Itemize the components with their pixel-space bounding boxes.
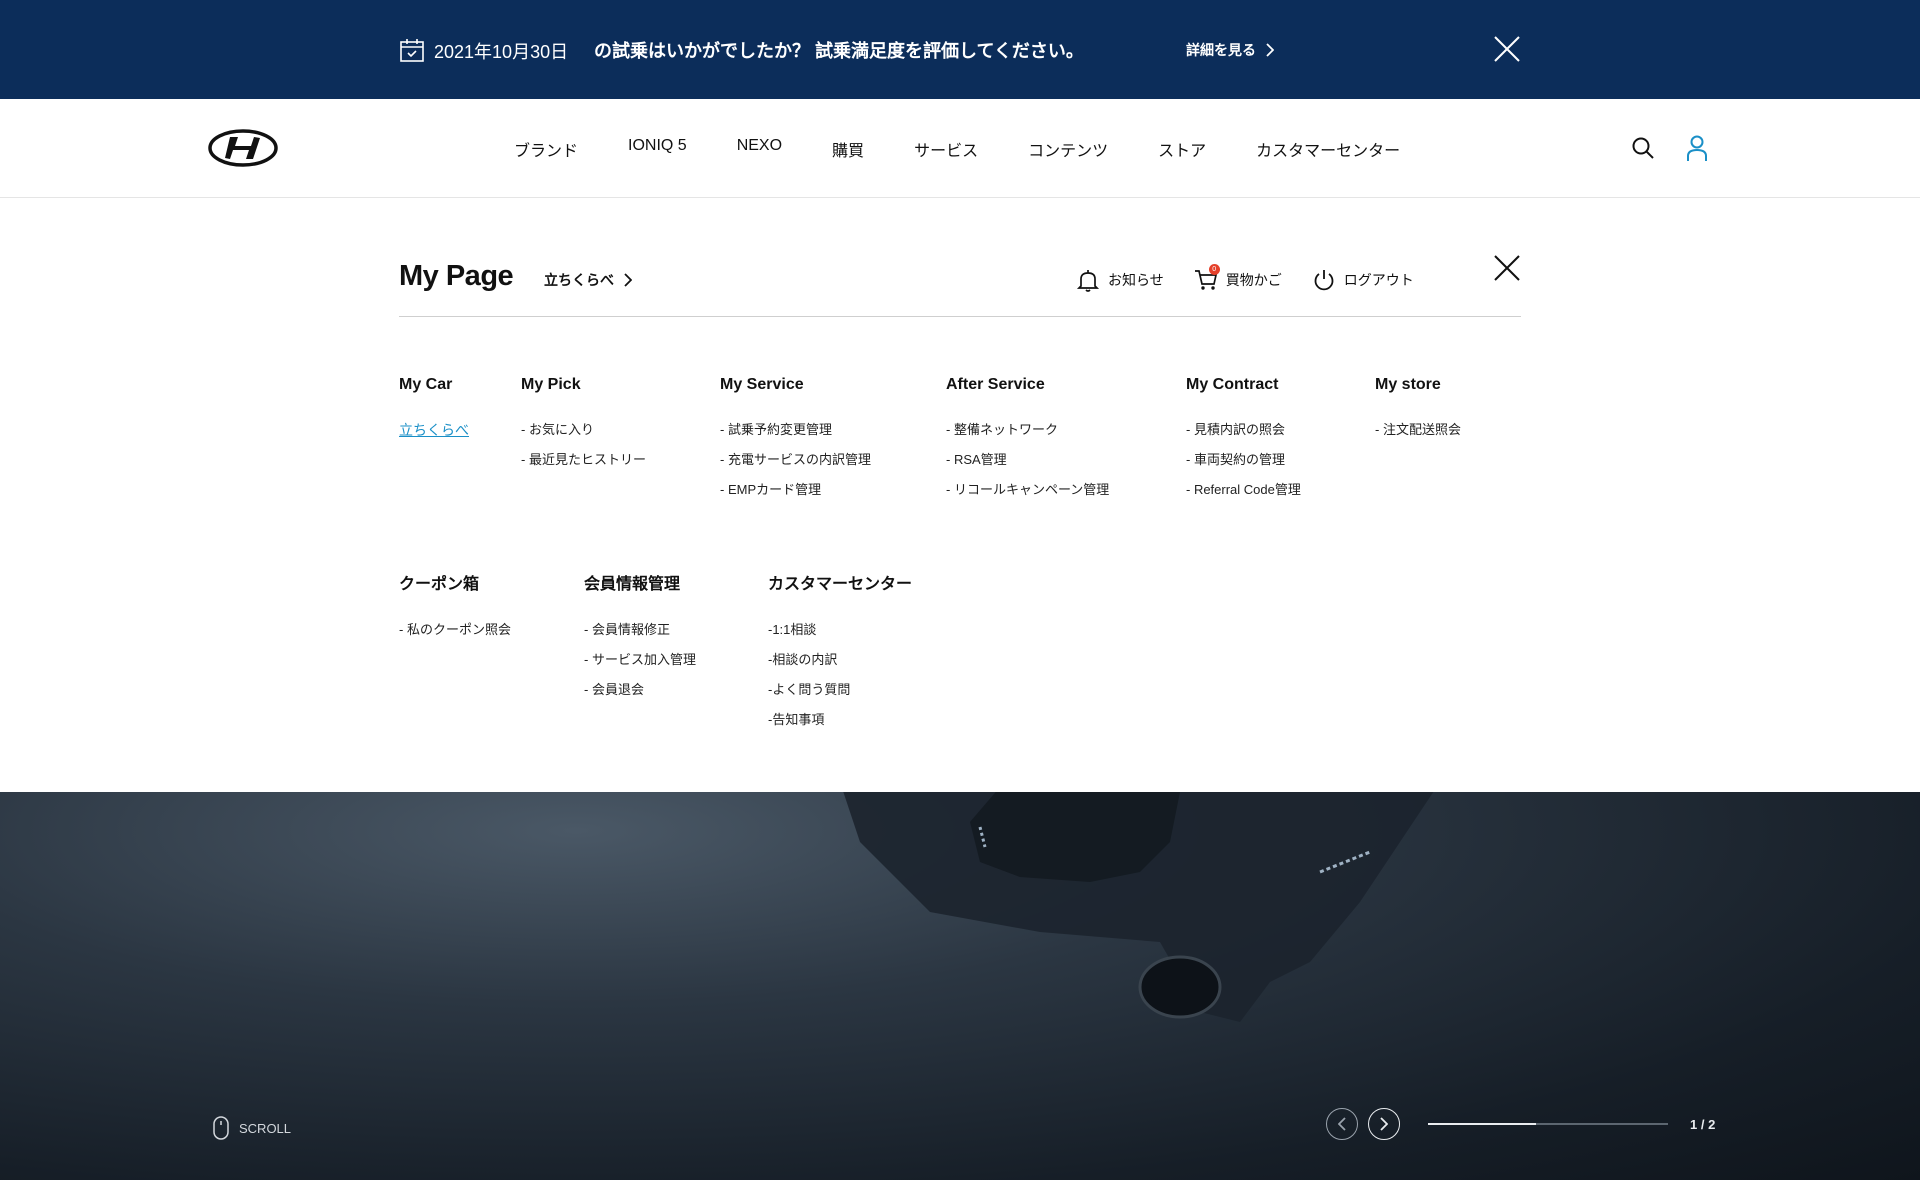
- nav-item-service[interactable]: サービス: [914, 137, 978, 161]
- banner-message: の試乗はいかがでしたか？ 試乗満足度を評価してください。: [594, 41, 1084, 61]
- list-item[interactable]: -1:1相談: [768, 622, 912, 638]
- notice-label: お知らせ: [1108, 272, 1164, 288]
- banner-close-icon[interactable]: [1493, 35, 1521, 63]
- list-item[interactable]: - 試乗予約変更管理: [720, 422, 871, 438]
- mypage-title: My Page: [399, 260, 514, 292]
- search-icon[interactable]: [1631, 136, 1655, 160]
- list-item[interactable]: - 充電サービスの内訳管理: [720, 452, 871, 468]
- list-item[interactable]: - お気に入り: [521, 422, 646, 438]
- slide-progress-fill: [1428, 1123, 1536, 1125]
- section-title: カスタマーセンター: [768, 576, 913, 593]
- next-slide-button[interactable]: [1368, 1108, 1400, 1140]
- section-title: 会員情報管理: [584, 576, 681, 593]
- prev-slide-button[interactable]: [1326, 1108, 1358, 1140]
- power-icon: [1314, 270, 1334, 291]
- section-title: My store: [1375, 376, 1441, 393]
- scroll-label: SCROLL: [239, 1120, 292, 1136]
- mypage-close-icon[interactable]: [1493, 254, 1521, 282]
- nav-item-brand[interactable]: ブランド: [514, 137, 578, 161]
- cart-button[interactable]: 0 買物かご: [1194, 264, 1282, 292]
- nav-item-customer-center[interactable]: カスタマーセンター: [1256, 137, 1400, 161]
- cart-icon-wrap: 0: [1194, 264, 1220, 292]
- section-title: After Service: [946, 376, 1045, 393]
- section-title: My Service: [720, 376, 804, 393]
- section-title: My Car: [399, 376, 453, 393]
- hyundai-logo-icon[interactable]: [208, 129, 278, 167]
- notice-button[interactable]: お知らせ: [1076, 268, 1164, 292]
- chevron-right-icon: [624, 273, 632, 287]
- section-my-contract: My Contract - 見積内訳の照会 - 車両契約の管理 - Referr…: [1186, 376, 1301, 512]
- list-item[interactable]: - Referral Code管理: [1186, 482, 1301, 498]
- list-item[interactable]: - 整備ネットワーク: [946, 422, 1109, 438]
- logout-button[interactable]: ログアウト: [1312, 268, 1414, 292]
- user-icon[interactable]: [1685, 134, 1709, 162]
- section-my-service: My Service - 試乗予約変更管理 - 充電サービスの内訳管理 - EM…: [720, 376, 871, 512]
- compare-link[interactable]: 立ちくらべ: [544, 270, 632, 290]
- banner-detail-link[interactable]: 詳細を見る: [1186, 40, 1274, 60]
- main-nav: ブランド IONIQ 5 NEXO 購買 サービス コンテンツ ストア カスタマ…: [514, 137, 1450, 161]
- list-item[interactable]: - EMPカード管理: [720, 482, 871, 498]
- mycar-compare-link[interactable]: 立ちくらべ: [399, 422, 469, 438]
- site-header: ブランド IONIQ 5 NEXO 購買 サービス コンテンツ ストア カスタマ…: [0, 99, 1920, 198]
- list-item[interactable]: - 会員情報修正: [584, 622, 696, 638]
- compare-label: 立ちくらべ: [544, 272, 614, 288]
- section-after-service: After Service - 整備ネットワーク - RSA管理 - リコールキ…: [946, 376, 1109, 512]
- list-item[interactable]: - 最近見たヒストリー: [521, 452, 646, 468]
- banner-date: 2021年10月30日: [434, 42, 569, 62]
- mypage-panel: My Page 立ちくらべ お知らせ 0 買物かご ログアウト My Car 立…: [0, 198, 1920, 792]
- section-title: クーポン箱: [399, 576, 480, 593]
- section-member-info: 会員情報管理 - 会員情報修正 - サービス加入管理 - 会員退会: [584, 570, 696, 712]
- hero-visual: SCROLL 1 / 2: [0, 792, 1920, 1180]
- mypage-tools: お知らせ 0 買物かご ログアウト: [1076, 264, 1444, 292]
- car-image: [843, 792, 1434, 1022]
- nav-item-contents[interactable]: コンテンツ: [1028, 137, 1108, 161]
- logout-label: ログアウト: [1343, 272, 1414, 288]
- list-item[interactable]: - 会員退会: [584, 682, 696, 698]
- list-item[interactable]: -相談の内訳: [768, 652, 912, 668]
- slide-progress-track: [1428, 1123, 1668, 1125]
- section-my-pick: My Pick - お気に入り - 最近見たヒストリー: [521, 376, 646, 482]
- cart-label: 買物かご: [1225, 272, 1282, 288]
- chevron-right-icon: [1266, 43, 1274, 57]
- slide-controls: 1 / 2: [1326, 1108, 1715, 1140]
- section-title: My Contract: [1186, 376, 1279, 393]
- slide-pager: 1 / 2: [1690, 1116, 1716, 1132]
- section-my-car: My Car 立ちくらべ: [399, 376, 469, 452]
- section-customer-center: カスタマーセンター -1:1相談 -相談の内訳 -よく問う質問 -告知事項: [768, 570, 912, 742]
- section-my-store: My store - 注文配送照会: [1375, 376, 1461, 452]
- nav-item-ioniq5[interactable]: IONIQ 5: [628, 137, 687, 161]
- list-item[interactable]: - リコールキャンペーン管理: [946, 482, 1109, 498]
- mypage-divider: [399, 316, 1521, 317]
- banner-detail-label: 詳細を見る: [1186, 42, 1256, 58]
- nav-item-store[interactable]: ストア: [1158, 137, 1206, 161]
- section-title: My Pick: [521, 376, 581, 393]
- list-item[interactable]: - RSA管理: [946, 452, 1109, 468]
- chevron-right-icon: [1380, 1117, 1388, 1131]
- list-item[interactable]: - サービス加入管理: [584, 652, 696, 668]
- nav-item-purchase[interactable]: 購買: [832, 137, 864, 161]
- list-item[interactable]: -よく問う質問: [768, 682, 912, 698]
- bell-icon: [1076, 270, 1100, 292]
- list-item[interactable]: - 見積内訳の照会: [1186, 422, 1301, 438]
- mouse-icon: [213, 1116, 229, 1140]
- chevron-left-icon: [1338, 1117, 1346, 1131]
- list-item[interactable]: - 車両契約の管理: [1186, 452, 1301, 468]
- scroll-indicator: SCROLL: [213, 1116, 291, 1140]
- survey-banner: 2021年10月30日 の試乗はいかがでしたか？ 試乗満足度を評価してください。…: [0, 0, 1920, 99]
- list-item[interactable]: - 注文配送照会: [1375, 422, 1461, 438]
- list-item[interactable]: - 私のクーポン照会: [399, 622, 511, 638]
- list-item[interactable]: -告知事項: [768, 712, 912, 728]
- calendar-icon: [400, 39, 424, 62]
- nav-item-nexo[interactable]: NEXO: [737, 137, 782, 161]
- section-coupon: クーポン箱 - 私のクーポン照会: [399, 570, 511, 652]
- cart-count-badge: 0: [1208, 264, 1220, 275]
